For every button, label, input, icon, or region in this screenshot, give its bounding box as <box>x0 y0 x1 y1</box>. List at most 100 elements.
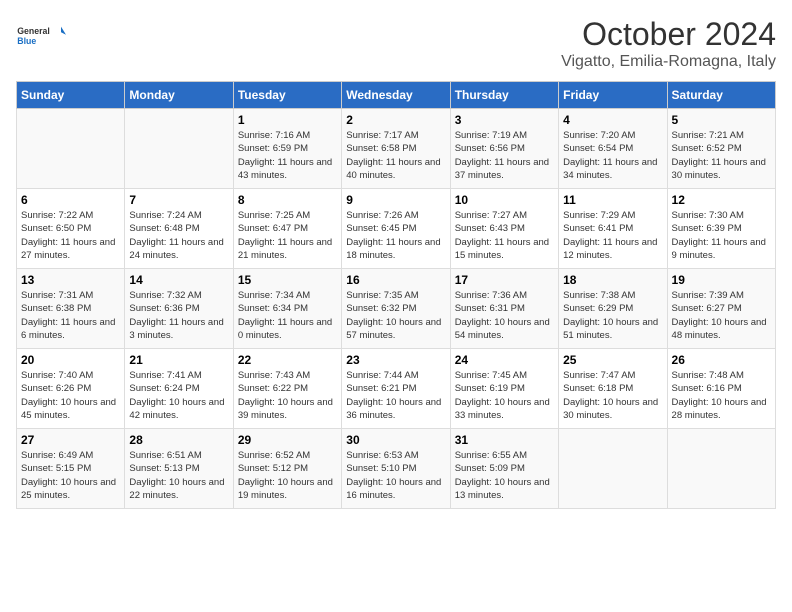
day-number: 19 <box>672 273 771 287</box>
weekday-header: Sunday <box>17 82 125 109</box>
location-title: Vigatto, Emilia-Romagna, Italy <box>561 53 776 71</box>
weekday-header: Wednesday <box>342 82 450 109</box>
day-info: Sunrise: 7:25 AMSunset: 6:47 PMDaylight:… <box>238 209 337 262</box>
calendar-cell: 6 Sunrise: 7:22 AMSunset: 6:50 PMDaylight… <box>17 189 125 269</box>
day-info: Sunrise: 7:43 AMSunset: 6:22 PMDaylight:… <box>238 369 337 422</box>
calendar-cell: 9 Sunrise: 7:26 AMSunset: 6:45 PMDaylight… <box>342 189 450 269</box>
day-info: Sunrise: 7:47 AMSunset: 6:18 PMDaylight:… <box>563 369 662 422</box>
day-info: Sunrise: 7:16 AMSunset: 6:59 PMDaylight:… <box>238 129 337 182</box>
day-number: 26 <box>672 353 771 367</box>
day-number: 8 <box>238 193 337 207</box>
day-number: 10 <box>455 193 554 207</box>
day-number: 28 <box>129 433 228 447</box>
calendar-cell: 15Sunrise: 7:34 AMSunset: 6:34 PMDayligh… <box>233 269 341 349</box>
calendar-cell: 7Sunrise: 7:24 AMSunset: 6:48 PMDaylight… <box>125 189 233 269</box>
day-number: 17 <box>455 273 554 287</box>
day-number: 2 <box>346 113 445 127</box>
day-number: 30 <box>346 433 445 447</box>
day-number: 13 <box>21 273 120 287</box>
calendar-cell: 14 Sunrise: 7:32 AMSunset: 6:36 PMDayligh… <box>125 269 233 349</box>
day-info: Sunrise: 7:20 AMSunset: 6:54 PMDaylight:… <box>563 129 662 182</box>
calendar-week-row: 27Sunrise: 6:49 AMSunset: 5:15 PMDayligh… <box>17 429 776 509</box>
calendar-cell: 16 Sunrise: 7:35 AMSunset: 6:32 PMDayligh… <box>342 269 450 349</box>
day-number: 14 <box>129 273 228 287</box>
calendar-cell: 21 Sunrise: 7:41 AMSunset: 6:24 PMDayligh… <box>125 349 233 429</box>
day-info: Sunrise: 7:44 AMSunset: 6:21 PMDaylight:… <box>346 369 445 422</box>
svg-text:General: General <box>17 26 50 36</box>
day-info: Sunrise: 6:51 AMSunset: 5:13 PMDaylight:… <box>129 449 228 502</box>
calendar-cell <box>559 429 667 509</box>
weekday-header: Monday <box>125 82 233 109</box>
day-number: 24 <box>455 353 554 367</box>
day-number: 9 <box>346 193 445 207</box>
calendar-cell: 26 Sunrise: 7:48 AMSunset: 6:16 PMDayligh… <box>667 349 775 429</box>
day-number: 18 <box>563 273 662 287</box>
day-info: Sunrise: 7:19 AMSunset: 6:56 PMDaylight:… <box>455 129 554 182</box>
day-number: 6 <box>21 193 120 207</box>
calendar-cell: 13Sunrise: 7:31 AMSunset: 6:38 PMDayligh… <box>17 269 125 349</box>
day-number: 23 <box>346 353 445 367</box>
day-number: 5 <box>672 113 771 127</box>
day-info: Sunrise: 6:49 AMSunset: 5:15 PMDaylight:… <box>21 449 120 502</box>
calendar-cell: 29 Sunrise: 6:52 AMSunset: 5:12 PMDayligh… <box>233 429 341 509</box>
calendar-cell: 30 Sunrise: 6:53 AMSunset: 5:10 PMDayligh… <box>342 429 450 509</box>
page-header: General Blue October 2024 Vigatto, Emili… <box>16 16 776 71</box>
month-title: October 2024 <box>561 16 776 53</box>
weekday-header: Friday <box>559 82 667 109</box>
day-info: Sunrise: 7:39 AMSunset: 6:27 PMDaylight:… <box>672 289 771 342</box>
calendar-cell: 25 Sunrise: 7:47 AMSunset: 6:18 PMDayligh… <box>559 349 667 429</box>
day-number: 25 <box>563 353 662 367</box>
day-info: Sunrise: 7:35 AMSunset: 6:32 PMDaylight:… <box>346 289 445 342</box>
title-block: October 2024 Vigatto, Emilia-Romagna, It… <box>561 16 776 71</box>
day-number: 21 <box>129 353 228 367</box>
calendar-cell: 1 Sunrise: 7:16 AMSunset: 6:59 PMDaylight… <box>233 109 341 189</box>
day-info: Sunrise: 7:32 AMSunset: 6:36 PMDaylight:… <box>129 289 228 342</box>
logo: General Blue <box>16 16 66 56</box>
calendar-cell <box>667 429 775 509</box>
calendar-cell: 10Sunrise: 7:27 AMSunset: 6:43 PMDayligh… <box>450 189 558 269</box>
day-info: Sunrise: 7:48 AMSunset: 6:16 PMDaylight:… <box>672 369 771 422</box>
calendar-cell: 24 Sunrise: 7:45 AMSunset: 6:19 PMDayligh… <box>450 349 558 429</box>
calendar-cell: 27Sunrise: 6:49 AMSunset: 5:15 PMDayligh… <box>17 429 125 509</box>
day-number: 22 <box>238 353 337 367</box>
calendar-table: SundayMondayTuesdayWednesdayThursdayFrid… <box>16 81 776 509</box>
calendar-cell: 11Sunrise: 7:29 AMSunset: 6:41 PMDayligh… <box>559 189 667 269</box>
logo-svg: General Blue <box>16 16 66 56</box>
calendar-week-row: 6 Sunrise: 7:22 AMSunset: 6:50 PMDaylight… <box>17 189 776 269</box>
calendar-week-row: 1 Sunrise: 7:16 AMSunset: 6:59 PMDaylight… <box>17 109 776 189</box>
day-info: Sunrise: 7:17 AMSunset: 6:58 PMDaylight:… <box>346 129 445 182</box>
day-info: Sunrise: 7:30 AMSunset: 6:39 PMDaylight:… <box>672 209 771 262</box>
calendar-cell <box>125 109 233 189</box>
day-number: 11 <box>563 193 662 207</box>
day-number: 29 <box>238 433 337 447</box>
weekday-header: Saturday <box>667 82 775 109</box>
day-info: Sunrise: 7:22 AMSunset: 6:50 PMDaylight:… <box>21 209 120 262</box>
calendar-cell: 3 Sunrise: 7:19 AMSunset: 6:56 PMDaylight… <box>450 109 558 189</box>
calendar-cell: 2 Sunrise: 7:17 AMSunset: 6:58 PMDaylight… <box>342 109 450 189</box>
day-number: 3 <box>455 113 554 127</box>
day-info: Sunrise: 7:26 AMSunset: 6:45 PMDaylight:… <box>346 209 445 262</box>
day-info: Sunrise: 7:24 AMSunset: 6:48 PMDaylight:… <box>129 209 228 262</box>
day-info: Sunrise: 7:21 AMSunset: 6:52 PMDaylight:… <box>672 129 771 182</box>
day-info: Sunrise: 6:55 AMSunset: 5:09 PMDaylight:… <box>455 449 554 502</box>
svg-text:Blue: Blue <box>17 36 36 46</box>
calendar-cell: 31 Sunrise: 6:55 AMSunset: 5:09 PMDayligh… <box>450 429 558 509</box>
day-info: Sunrise: 7:38 AMSunset: 6:29 PMDaylight:… <box>563 289 662 342</box>
calendar-cell: 17 Sunrise: 7:36 AMSunset: 6:31 PMDayligh… <box>450 269 558 349</box>
day-number: 4 <box>563 113 662 127</box>
day-info: Sunrise: 6:53 AMSunset: 5:10 PMDaylight:… <box>346 449 445 502</box>
day-number: 1 <box>238 113 337 127</box>
day-info: Sunrise: 7:41 AMSunset: 6:24 PMDaylight:… <box>129 369 228 422</box>
day-info: Sunrise: 7:36 AMSunset: 6:31 PMDaylight:… <box>455 289 554 342</box>
calendar-cell <box>17 109 125 189</box>
day-number: 15 <box>238 273 337 287</box>
day-number: 16 <box>346 273 445 287</box>
day-number: 31 <box>455 433 554 447</box>
weekday-header: Tuesday <box>233 82 341 109</box>
calendar-cell: 4 Sunrise: 7:20 AMSunset: 6:54 PMDaylight… <box>559 109 667 189</box>
calendar-cell: 20Sunrise: 7:40 AMSunset: 6:26 PMDayligh… <box>17 349 125 429</box>
day-info: Sunrise: 7:45 AMSunset: 6:19 PMDaylight:… <box>455 369 554 422</box>
day-info: Sunrise: 6:52 AMSunset: 5:12 PMDaylight:… <box>238 449 337 502</box>
calendar-cell: 5 Sunrise: 7:21 AMSunset: 6:52 PMDaylight… <box>667 109 775 189</box>
weekday-header: Thursday <box>450 82 558 109</box>
